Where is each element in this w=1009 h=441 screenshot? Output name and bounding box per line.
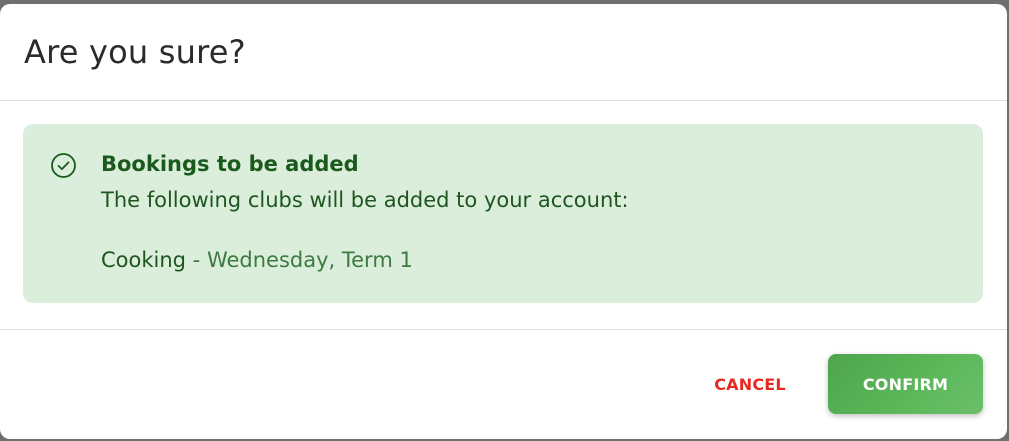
alert-title: Bookings to be added (101, 152, 359, 176)
success-alert: Bookings to be added The following clubs… (23, 124, 983, 303)
booking-schedule: Wednesday, Term 1 (206, 248, 413, 272)
alert-content: Bookings to be added The following clubs… (101, 150, 629, 303)
alert-message: The following clubs will be added to you… (101, 188, 629, 212)
dialog-footer: CANCEL CONFIRM (0, 330, 1007, 439)
booking-item: Cooking - Wednesday, Term 1 (101, 246, 629, 274)
cancel-button[interactable]: CANCEL (696, 354, 804, 414)
dialog-title: Are you sure? (24, 33, 246, 71)
confirm-button[interactable]: CONFIRM (828, 354, 983, 414)
dialog-body: Bookings to be added The following clubs… (0, 101, 1007, 330)
booking-club-name: Cooking (101, 248, 186, 272)
dialog-header: Are you sure? (0, 4, 1007, 101)
check-circle-icon (51, 153, 76, 178)
booking-separator: - (186, 248, 207, 272)
confirmation-dialog: Are you sure? Bookings to be added The f… (0, 4, 1007, 439)
